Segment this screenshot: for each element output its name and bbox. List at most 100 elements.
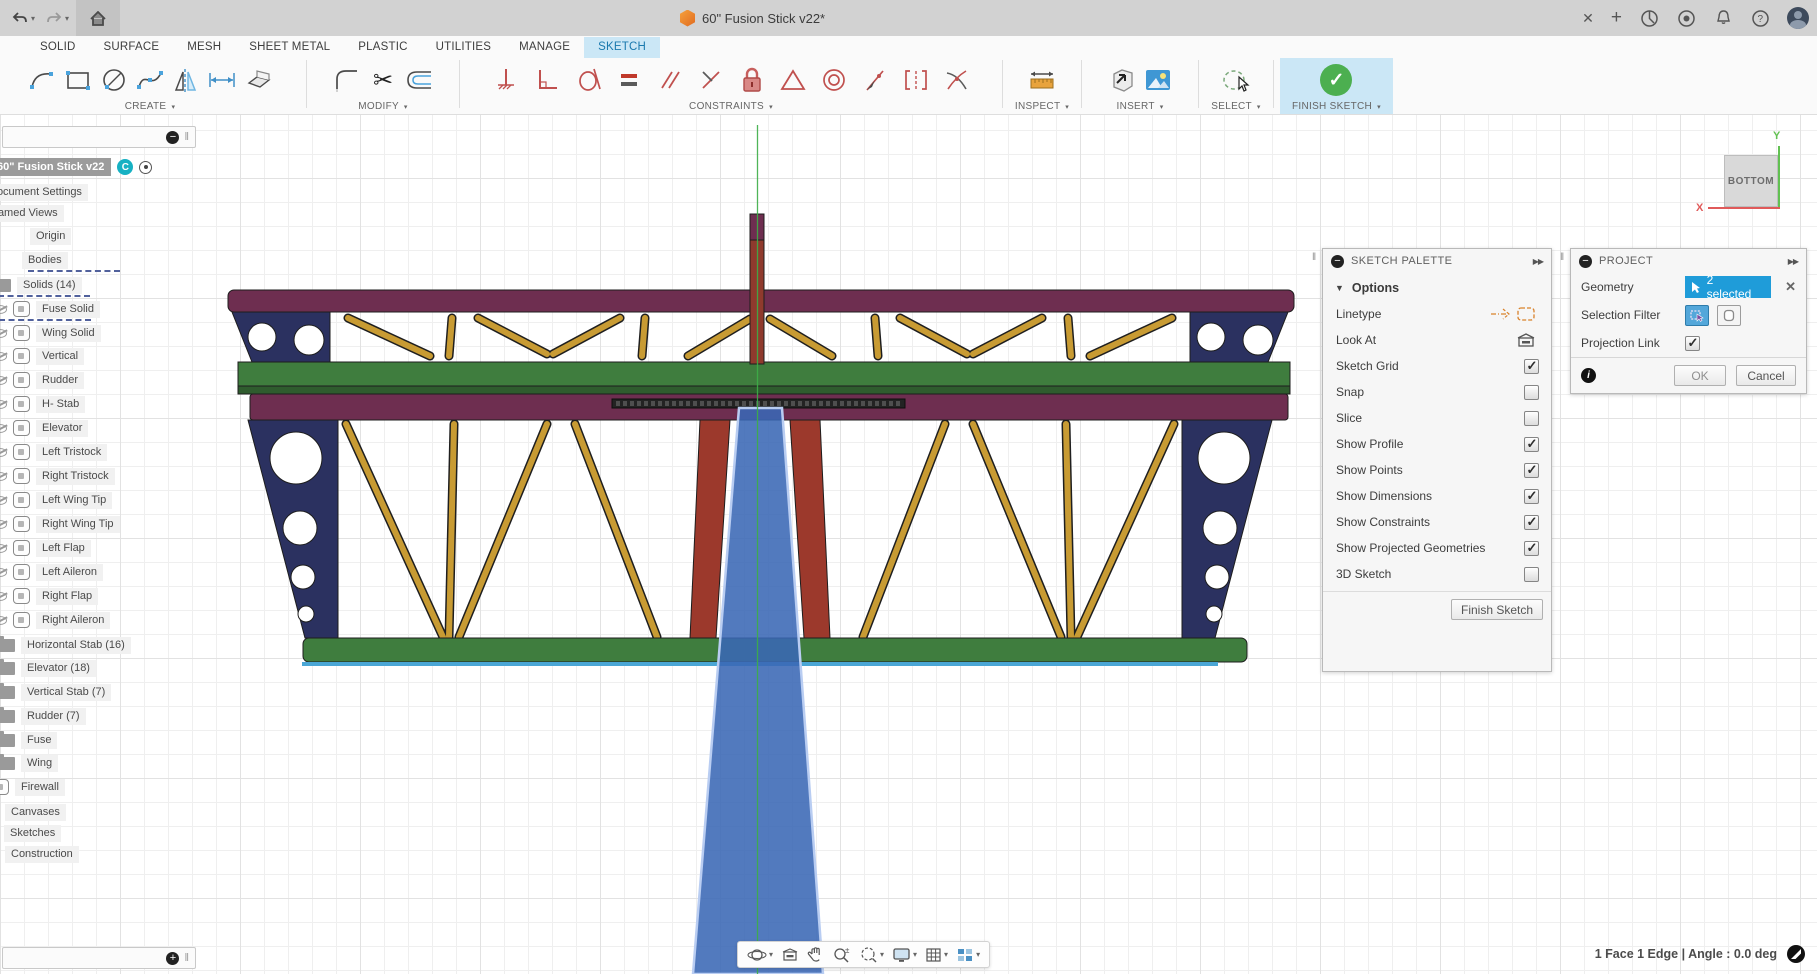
slice-checkbox[interactable] bbox=[1524, 411, 1539, 426]
filter-bodies-button[interactable] bbox=[1717, 305, 1741, 326]
visibility-icon[interactable] bbox=[0, 568, 7, 577]
mirror-tool-icon[interactable] bbox=[170, 62, 202, 98]
cloud-sync-icon[interactable]: C bbox=[117, 159, 133, 175]
modify-group-label[interactable]: MODIFY ▾ bbox=[358, 101, 407, 112]
midpoint-constraint-icon[interactable] bbox=[859, 62, 891, 98]
concentric-constraint-icon[interactable] bbox=[818, 62, 850, 98]
finish-sketch-button[interactable]: Finish Sketch bbox=[1451, 599, 1543, 620]
browser-item-origin[interactable]: Origin bbox=[30, 226, 71, 246]
construction-linetype-icon[interactable] bbox=[1513, 305, 1539, 323]
collapse-icon[interactable]: − bbox=[166, 131, 179, 144]
browser-item-fuse-solid[interactable]: Fuse Solid bbox=[0, 299, 100, 319]
show-projected-geometries-checkbox[interactable] bbox=[1524, 541, 1539, 556]
expand-icon[interactable]: + bbox=[166, 952, 179, 965]
visibility-icon[interactable] bbox=[0, 352, 7, 361]
cancel-button[interactable]: Cancel bbox=[1736, 365, 1796, 386]
browser-item-named-views[interactable]: Named Views bbox=[0, 203, 64, 223]
tab-surface[interactable]: SURFACE bbox=[90, 37, 174, 58]
activate-radio-icon[interactable] bbox=[139, 161, 152, 174]
equal-constraint-icon[interactable] bbox=[613, 62, 645, 98]
expand-panel-icon[interactable]: ▶▶ bbox=[1788, 257, 1798, 266]
insert-group-label[interactable]: INSERT ▾ bbox=[1116, 101, 1163, 112]
lock-constraint-icon[interactable] bbox=[736, 62, 768, 98]
insert-derive-icon[interactable] bbox=[1106, 62, 1138, 98]
measure-tool-icon[interactable] bbox=[1026, 62, 1058, 98]
browser-item-firewall[interactable]: Firewall bbox=[0, 777, 65, 797]
visibility-icon[interactable] bbox=[0, 305, 7, 314]
symmetry-constraint-icon[interactable] bbox=[900, 62, 932, 98]
inspect-group-label[interactable]: INSPECT ▾ bbox=[1015, 101, 1069, 112]
curvature-constraint-icon[interactable] bbox=[941, 62, 973, 98]
home-icon[interactable] bbox=[76, 0, 120, 36]
browser-item-left-flap[interactable]: Left Flap bbox=[0, 538, 91, 558]
sketch-grid-checkbox[interactable] bbox=[1524, 359, 1539, 374]
fillet-tool-icon[interactable] bbox=[331, 62, 363, 98]
browser-bottom-bar[interactable]: + ‖ bbox=[2, 947, 196, 969]
browser-item-construction[interactable]: Construction bbox=[5, 844, 79, 864]
rectangle-tool-icon[interactable] bbox=[62, 62, 94, 98]
visibility-icon[interactable] bbox=[0, 592, 7, 601]
show-dimensions-checkbox[interactable] bbox=[1524, 489, 1539, 504]
visibility-icon[interactable] bbox=[0, 496, 7, 505]
dimension-tool-icon[interactable] bbox=[206, 62, 238, 98]
browser-item-rudder-folder[interactable]: Rudder (7) bbox=[0, 706, 86, 726]
tab-mesh[interactable]: MESH bbox=[173, 37, 235, 58]
filter-specified-entities-button[interactable] bbox=[1685, 305, 1709, 326]
browser-item-vertical-stab[interactable]: Vertical Stab (7) bbox=[0, 682, 111, 702]
options-section-header[interactable]: ▼ Options bbox=[1323, 273, 1551, 301]
job-status-icon[interactable] bbox=[1787, 945, 1805, 963]
geometry-selected-button[interactable]: 2 selected bbox=[1685, 276, 1771, 298]
finish-sketch-label[interactable]: FINISH SKETCH ▾ bbox=[1292, 101, 1381, 112]
browser-item-right-aileron[interactable]: Right Aileron bbox=[0, 610, 110, 630]
select-group-label[interactable]: SELECT ▾ bbox=[1211, 101, 1260, 112]
project-grip[interactable]: ‖ bbox=[1560, 252, 1564, 263]
palette-grip[interactable]: ‖ bbox=[1312, 252, 1316, 263]
visibility-icon[interactable] bbox=[0, 448, 7, 457]
browser-item-solids[interactable]: Solids (14) bbox=[0, 275, 82, 295]
browser-item-fuse[interactable]: Fuse bbox=[0, 730, 57, 750]
browser-item-rudder[interactable]: Rudder bbox=[0, 370, 84, 390]
collapse-icon[interactable]: − bbox=[1331, 255, 1344, 268]
visibility-icon[interactable] bbox=[0, 616, 7, 625]
project-header[interactable]: − PROJECT ▶▶ bbox=[1571, 249, 1806, 273]
browser-item-horizontal-stab[interactable]: Horizontal Stab (16) bbox=[0, 635, 131, 655]
centerline-linetype-icon[interactable] bbox=[1487, 305, 1513, 323]
browser-item-right-tristock[interactable]: Right Tristock bbox=[0, 466, 115, 486]
spline-tool-icon[interactable] bbox=[134, 62, 166, 98]
visibility-icon[interactable] bbox=[0, 424, 7, 433]
show-constraints-checkbox[interactable] bbox=[1524, 515, 1539, 530]
constraints-group-label[interactable]: CONSTRAINTS ▾ bbox=[689, 101, 773, 112]
job-status-icon[interactable] bbox=[1676, 8, 1696, 28]
browser-item-vertical[interactable]: Vertical bbox=[0, 346, 84, 366]
grid-settings-icon[interactable]: ▾ bbox=[922, 945, 951, 965]
pan-icon[interactable] bbox=[804, 944, 827, 965]
browser-item-left-tristock[interactable]: Left Tristock bbox=[0, 442, 107, 462]
notifications-icon[interactable] bbox=[1713, 8, 1733, 28]
finish-sketch-icon[interactable]: ✓ bbox=[1320, 64, 1352, 96]
select-tool-icon[interactable] bbox=[1220, 62, 1252, 98]
snap-checkbox[interactable] bbox=[1524, 385, 1539, 400]
tab-sheet-metal[interactable]: SHEET METAL bbox=[235, 37, 344, 58]
help-icon[interactable]: ? bbox=[1750, 8, 1770, 28]
browser-item-h-stab[interactable]: H- Stab bbox=[0, 394, 85, 414]
browser-item-bodies[interactable]: Bodies bbox=[22, 250, 68, 270]
zoom-icon[interactable]: ± bbox=[829, 944, 854, 965]
finish-sketch-group[interactable]: ✓ FINISH SKETCH ▾ bbox=[1280, 58, 1393, 114]
3d-sketch-checkbox[interactable] bbox=[1524, 567, 1539, 582]
triangle-constraint-icon[interactable] bbox=[777, 62, 809, 98]
browser-item-left-aileron[interactable]: Left Aileron bbox=[0, 562, 103, 582]
view-cube-face[interactable]: BOTTOM bbox=[1724, 155, 1778, 207]
fit-icon[interactable]: ▾ bbox=[856, 944, 887, 965]
show-profile-checkbox[interactable] bbox=[1524, 437, 1539, 452]
ok-button[interactable]: OK bbox=[1674, 365, 1726, 386]
browser-item-left-wing-tip[interactable]: Left Wing Tip bbox=[0, 490, 112, 510]
create-sketch-icon[interactable] bbox=[242, 62, 274, 98]
visibility-icon[interactable] bbox=[0, 544, 7, 553]
projection-link-checkbox[interactable] bbox=[1685, 336, 1700, 351]
orbit-icon[interactable]: ▾ bbox=[744, 944, 776, 966]
browser-item-wing[interactable]: Wing bbox=[0, 753, 58, 773]
browser-item-canvases[interactable]: Canvases bbox=[5, 802, 66, 822]
browser-item-wing-solid[interactable]: Wing Solid bbox=[0, 323, 101, 343]
add-tab-icon[interactable]: + bbox=[1611, 7, 1622, 29]
browser-item-right-flap[interactable]: Right Flap bbox=[0, 586, 98, 606]
